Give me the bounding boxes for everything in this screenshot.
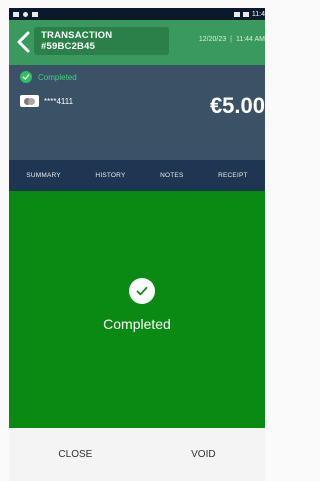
- status-row: Completed: [20, 71, 77, 83]
- status-icons-right: 11:4: [233, 10, 265, 18]
- tab-receipt[interactable]: RECEIPT: [214, 172, 252, 179]
- tab-bar: SUMMARY HISTORY NOTES RECEIPT: [9, 160, 265, 191]
- message-status-icon: [32, 11, 38, 17]
- status-time: 11:4: [251, 10, 265, 18]
- status-bar: 11:4: [9, 8, 265, 20]
- datetime-separator: |: [230, 36, 232, 43]
- menu-status-icon: [13, 11, 19, 17]
- top-toolbar: TRANSACTION #59BC2B45 12/20/23 | 11:44 A…: [9, 20, 265, 65]
- card-number: ****4111: [44, 96, 74, 106]
- tab-notes[interactable]: NOTES: [156, 172, 187, 179]
- transaction-title: TRANSACTION #59BC2B45: [34, 27, 169, 55]
- void-button[interactable]: VOID: [171, 437, 235, 472]
- transaction-amount: €5.00: [209, 93, 265, 118]
- success-panel: Completed: [9, 191, 265, 428]
- transaction-date: 12/20/23: [198, 36, 227, 43]
- notification-status-icon: [23, 11, 28, 17]
- transaction-time: 11:44 AM: [235, 36, 265, 43]
- transaction-summary-panel: Completed ****4111 €5.00: [9, 65, 265, 160]
- success-check-icon: [129, 278, 155, 304]
- success-label: Completed: [103, 316, 171, 332]
- tab-history[interactable]: HISTORY: [91, 172, 129, 179]
- back-button[interactable]: [15, 31, 33, 53]
- tab-summary[interactable]: SUMMARY: [22, 172, 65, 179]
- chevron-left-icon: [17, 31, 30, 53]
- close-button[interactable]: CLOSE: [38, 437, 112, 472]
- battery-status-icon: [242, 11, 249, 17]
- status-icons-left: [13, 11, 38, 17]
- transaction-datetime: 12/20/23 | 11:44 AM: [199, 36, 265, 43]
- completed-check-icon: [20, 71, 32, 83]
- card-info: ****4111: [20, 95, 73, 107]
- wifi-status-icon: [233, 11, 240, 17]
- action-bar: CLOSE VOID: [9, 428, 265, 481]
- mastercard-icon: [20, 95, 39, 107]
- status-label: Completed: [38, 72, 77, 82]
